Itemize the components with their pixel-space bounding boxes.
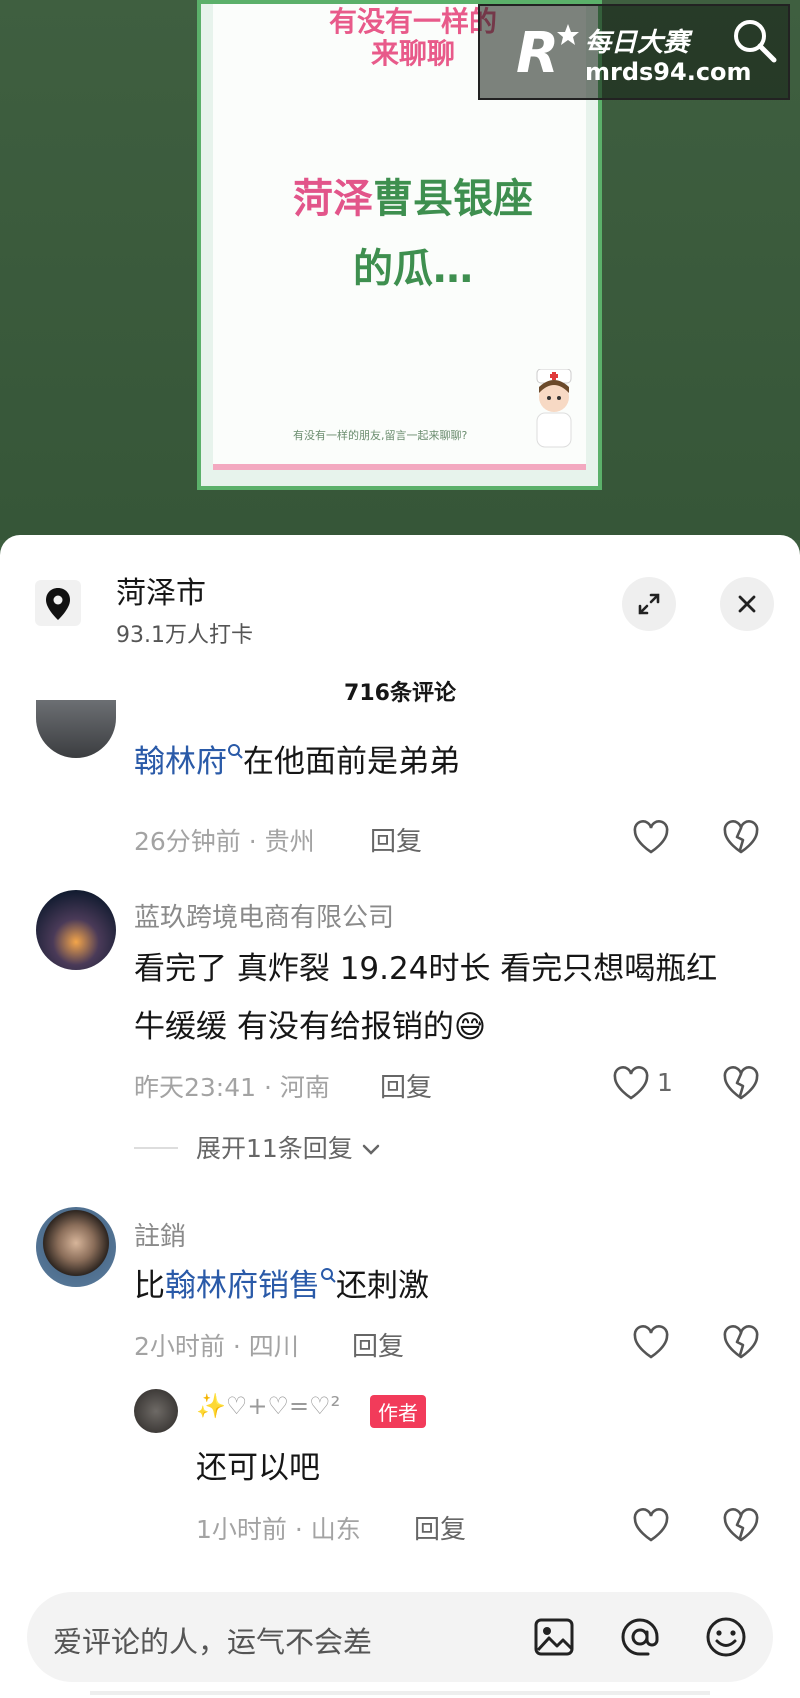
dislike-icon[interactable] — [722, 1507, 760, 1543]
expand-replies-button[interactable]: 展开11条回复 — [196, 1129, 381, 1165]
like-icon[interactable] — [632, 1324, 670, 1360]
image-icon[interactable] — [531, 1614, 577, 1660]
comment-meta: 2小时前 · 四川 — [134, 1332, 299, 1361]
comment-sheet: 菏泽市 93.1万人打卡 716条评论 翰林府 在他面前是弟弟 26分钟前 · 贵… — [0, 535, 800, 1698]
brand-logo-icon: R — [516, 21, 579, 82]
search-icon[interactable] — [320, 1267, 336, 1287]
poster-title: 菏泽曹县银座 的瓜… — [293, 176, 533, 292]
comment-text: 翰林府 在他面前是弟弟 — [134, 743, 460, 780]
like-count: 1 — [657, 1068, 673, 1097]
video-player[interactable]: 有没有一样的 来聊聊 菏泽曹县银座 的瓜… 有没有一样的朋友,留言一起来聊聊? … — [0, 0, 800, 540]
search-icon[interactable] — [730, 16, 778, 64]
at-icon[interactable] — [617, 1614, 663, 1660]
close-button[interactable] — [720, 577, 774, 631]
avatar[interactable] — [36, 700, 116, 758]
poster-footer: 有没有一样的朋友,留言一起来聊聊? — [293, 429, 468, 442]
keyword-link[interactable]: 翰林府销售 — [165, 1268, 320, 1304]
close-icon — [738, 595, 756, 613]
svg-text:R: R — [516, 21, 559, 82]
comment-meta: 昨天23:41 · 河南 — [134, 1073, 330, 1102]
reply-button[interactable]: 回复 — [414, 1509, 466, 1546]
avatar[interactable] — [134, 1389, 178, 1433]
dislike-icon[interactable] — [722, 1065, 760, 1101]
comment-text: 比翰林府销售 还刺激 — [134, 1267, 429, 1304]
chevron-down-icon — [362, 1144, 380, 1155]
location-checkins: 93.1万人打卡 — [116, 623, 253, 648]
reply-button[interactable]: 回复 — [370, 821, 422, 858]
reply-button[interactable]: 回复 — [352, 1326, 404, 1363]
emoji-icon[interactable] — [703, 1614, 749, 1660]
divider — [134, 1147, 178, 1149]
nurse-illustration-icon — [536, 369, 572, 448]
author-badge: 作者 — [370, 1395, 426, 1428]
avatar[interactable] — [36, 1207, 116, 1287]
watermark-url: mrds94.com — [585, 58, 752, 86]
location-pin-icon[interactable] — [35, 580, 81, 626]
bottom-edge — [90, 1691, 710, 1695]
reply-username[interactable]: ✨♡+♡=♡² — [196, 1392, 340, 1420]
comment-meta: 26分钟前 · 贵州 — [134, 827, 315, 856]
like-icon[interactable] — [612, 1065, 650, 1101]
expand-button[interactable] — [622, 577, 676, 631]
reply-meta: 1小时前 · 山东 — [196, 1515, 361, 1544]
reply-text: 还可以吧 — [196, 1450, 320, 1486]
avatar[interactable] — [36, 890, 116, 970]
grin-sweat-emoji-icon: 😅 — [453, 1009, 487, 1045]
comment-count: 716条评论 — [344, 681, 456, 706]
dislike-icon[interactable] — [722, 819, 760, 855]
like-icon[interactable] — [632, 1507, 670, 1543]
comment-text: 看完了 真炸裂 19.24时长 看完只想喝瓶红 牛缓缓 有没有给报销的😅 — [134, 951, 718, 1045]
watermark-name: 每日大赛 — [585, 28, 690, 58]
comment-input-placeholder: 爱评论的人，运气不会差 — [53, 1625, 373, 1659]
dislike-icon[interactable] — [722, 1324, 760, 1360]
watermark: R 每日大赛 mrds94.com — [478, 4, 790, 100]
reply-button[interactable]: 回复 — [380, 1067, 432, 1104]
search-icon[interactable] — [227, 743, 243, 763]
expand-icon — [638, 593, 660, 615]
comment-input[interactable]: 爱评论的人，运气不会差 — [27, 1592, 773, 1682]
comment-username[interactable]: 蓝玖跨境电商有限公司 — [134, 897, 394, 934]
like-icon[interactable] — [632, 819, 670, 855]
comment-username[interactable]: 註銷 — [134, 1216, 186, 1253]
location-name[interactable]: 菏泽市 — [116, 568, 206, 612]
keyword-link[interactable]: 翰林府 — [134, 744, 227, 780]
